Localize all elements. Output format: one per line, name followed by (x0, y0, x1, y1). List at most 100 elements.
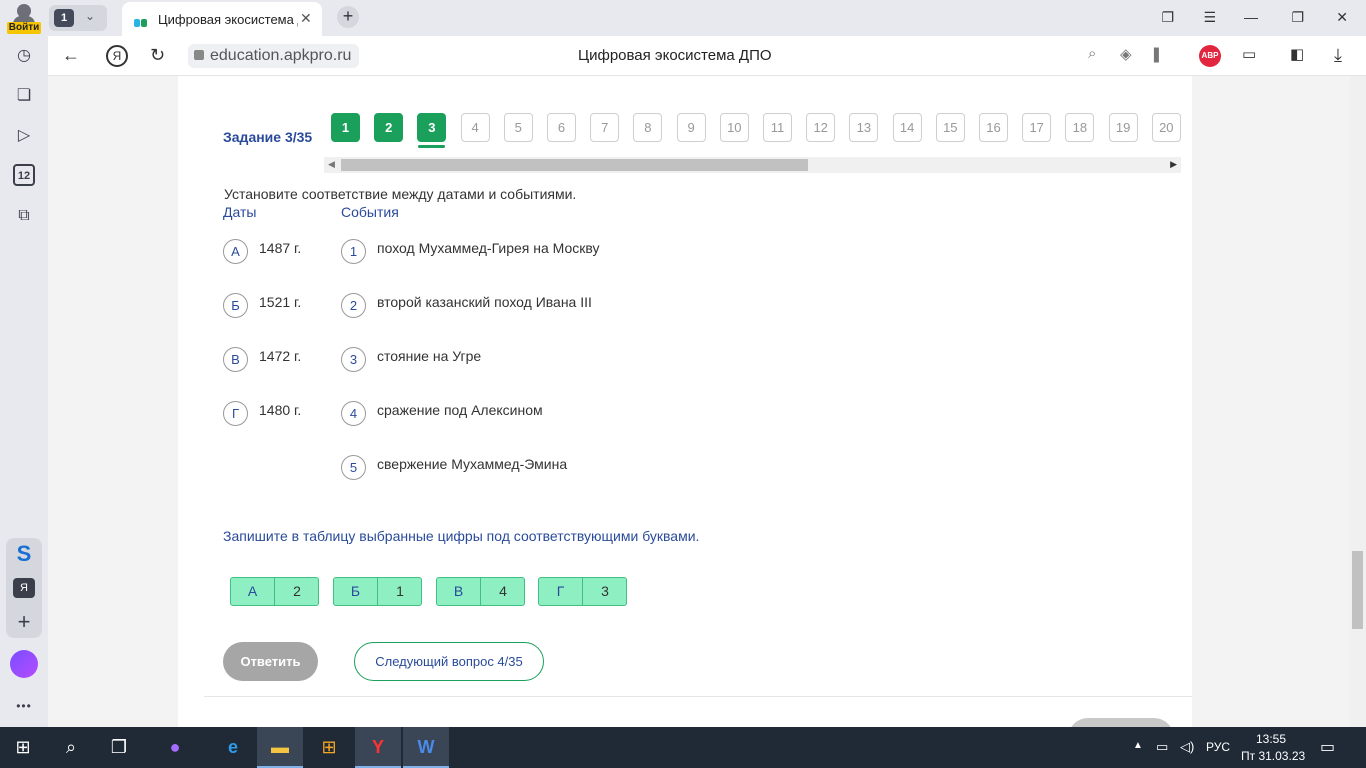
task-view-icon: ❐ (110, 737, 128, 757)
question-button[interactable]: 6 (547, 113, 576, 142)
next-question-button[interactable]: Следующий вопрос 4/35 (354, 642, 544, 681)
battery-icon[interactable]: ▭ (1242, 45, 1256, 63)
search-page-icon[interactable]: ⌕ (1088, 45, 1096, 62)
download-icon[interactable]: ⤓ (1334, 45, 1342, 66)
search-button[interactable]: ⌕ (48, 727, 94, 768)
answer-digit-input[interactable]: 4 (481, 578, 525, 605)
question-button[interactable]: 1 (331, 113, 360, 142)
question-navigator: 1 2 3 4 5 6 7 8 9 10 11 12 13 14 15 16 1… (331, 113, 1181, 149)
start-button[interactable]: ⊞ (0, 727, 46, 768)
alice-taskbar-button[interactable]: ● (152, 727, 198, 768)
alice-taskbar-icon: ● (169, 737, 181, 757)
history-icon[interactable]: ◷ (12, 44, 36, 68)
question-button[interactable]: 11 (763, 113, 792, 142)
question-button[interactable]: 4 (460, 113, 490, 142)
question-button[interactable]: 19 (1108, 113, 1138, 142)
menu-icon[interactable]: ☰ (1203, 9, 1216, 26)
answer-digit-input[interactable]: 3 (583, 578, 627, 605)
question-button[interactable]: 10 (719, 113, 749, 142)
page-title: Цифровая экосистема ДПО (578, 47, 772, 64)
answer-cell-pair: А 2 (230, 577, 319, 606)
question-nav-scrollbar[interactable]: ◀ ▶ (324, 157, 1181, 173)
answer-digit-input[interactable]: 2 (275, 578, 319, 605)
question-button[interactable]: 3 (417, 113, 447, 142)
store-button[interactable]: ⊞ (306, 727, 352, 768)
question-button[interactable]: 17 (1022, 113, 1052, 142)
windows-icon: ⊞ (15, 737, 31, 757)
answer-cell-pair: Б 1 (333, 577, 422, 606)
store-icon: ⊞ (321, 737, 337, 757)
word-icon: W (417, 737, 435, 757)
explorer-button[interactable]: ▬ (257, 727, 303, 768)
yandex-app-icon[interactable]: Я (13, 578, 35, 598)
close-window-icon[interactable]: ✕ (1336, 9, 1348, 26)
bookmark-icon[interactable]: ❚ (1150, 45, 1163, 63)
answer-letter: Б (334, 578, 378, 605)
chevron-down-icon: ⌄ (85, 9, 96, 23)
task-view-button[interactable]: ❐ (96, 727, 142, 768)
question-button[interactable]: 9 (676, 113, 706, 142)
answer-letter: В (437, 578, 481, 605)
question-button[interactable]: 18 (1065, 113, 1095, 142)
folder-icon: ▬ (271, 737, 289, 757)
login-button[interactable]: Войти (5, 2, 43, 34)
question-button[interactable]: 7 (590, 113, 620, 142)
protect-icon[interactable]: ◈ (1120, 45, 1132, 63)
question-button[interactable]: 20 (1151, 113, 1181, 142)
restore-icon[interactable]: ❐ (1291, 9, 1304, 26)
reload-icon[interactable]: ↻ (150, 45, 165, 66)
clock-date[interactable]: Пт 31.03.23 (1241, 749, 1305, 763)
browser-sidebar: ◷ ❏ ▷ 12 ⧉ S Я + ••• (0, 36, 48, 727)
alice-icon[interactable] (10, 650, 38, 678)
add-app-icon[interactable]: + (12, 610, 36, 634)
question-button[interactable]: 15 (935, 113, 965, 142)
collections-icon[interactable]: ❏ (12, 84, 36, 108)
clock-time[interactable]: 13:55 (1256, 732, 1286, 746)
event-text: свержение Мухаммед-Эмина (377, 456, 568, 472)
more-icon[interactable]: ••• (12, 694, 36, 718)
search-icon: ⌕ (65, 737, 77, 757)
edge-button[interactable]: e (210, 727, 256, 768)
event-key: 4 (341, 401, 366, 426)
quiz-card (178, 76, 1192, 727)
collections-icon[interactable]: ❐ (1161, 9, 1174, 26)
scroll-left-icon[interactable]: ◀ (328, 159, 335, 170)
tabs-counter-button[interactable]: 1 ⌄ (49, 5, 107, 31)
yandex-browser-button[interactable]: Y (355, 727, 401, 768)
answer-letter: Г (539, 578, 583, 605)
adblock-icon[interactable]: ABP (1199, 45, 1221, 67)
new-tab-button[interactable]: + (337, 6, 359, 28)
question-button[interactable]: 5 (503, 113, 533, 142)
question-button[interactable]: 12 (806, 113, 836, 142)
question-button[interactable]: 2 (374, 113, 404, 142)
word-button[interactable]: W (403, 727, 449, 768)
play-icon[interactable]: ▷ (12, 124, 36, 148)
browser-tab-active[interactable]: Цифровая экосистема ДПО ✕ (122, 2, 322, 36)
back-icon[interactable]: ← (62, 45, 80, 66)
scrollbar-thumb[interactable] (341, 159, 808, 171)
close-tab-icon[interactable]: ✕ (300, 10, 312, 27)
notifications-icon[interactable]: ▭ (1320, 737, 1335, 757)
question-button[interactable]: 14 (892, 113, 922, 142)
question-button[interactable]: 13 (849, 113, 879, 142)
language-indicator[interactable]: РУС (1206, 740, 1230, 754)
page-scrollbar-thumb[interactable] (1352, 551, 1363, 629)
event-key: 2 (341, 293, 366, 318)
volume-icon[interactable]: ◁) (1180, 739, 1194, 755)
app-s-icon[interactable]: S (12, 542, 36, 566)
yandex-icon[interactable]: Я (106, 45, 128, 67)
extensions-icon[interactable]: ◧ (1290, 45, 1304, 63)
answer-button[interactable]: Ответить (223, 642, 318, 681)
minimize-icon[interactable]: — (1244, 9, 1258, 25)
answer-digit-input[interactable]: 1 (378, 578, 422, 605)
battery-tray-icon[interactable]: ▭ (1156, 739, 1168, 755)
url-field[interactable]: education.apkpro.ru (188, 44, 360, 68)
date-key: В (223, 347, 248, 372)
question-button[interactable]: 8 (633, 113, 663, 142)
question-button[interactable]: 16 (979, 113, 1008, 142)
scroll-right-icon[interactable]: ▶ (1170, 159, 1177, 170)
tray-expand-icon[interactable]: ▲ (1133, 740, 1143, 751)
page-scrollbar[interactable] (1350, 76, 1366, 727)
camera-icon[interactable]: ⧉ (12, 204, 36, 228)
calendar-icon[interactable]: 12 (13, 164, 35, 186)
